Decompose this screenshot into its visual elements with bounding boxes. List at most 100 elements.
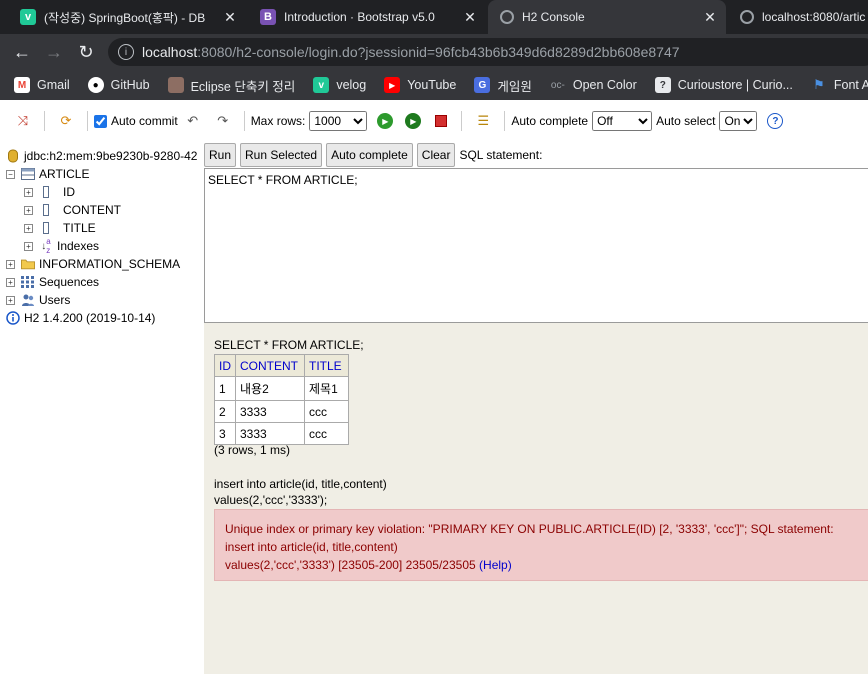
bookmark-github[interactable]: ● GitHub [87, 77, 150, 93]
run-selected-button[interactable]: Run Selected [240, 143, 323, 167]
info-icon [6, 311, 20, 325]
velog-icon: v [313, 77, 330, 93]
run-icon[interactable]: ▶ [377, 113, 394, 129]
back-arrow-icon[interactable]: ← [10, 40, 34, 64]
expand-icon[interactable]: + [6, 277, 15, 287]
tree-indexes[interactable]: + ↓ a z Indexes [24, 237, 99, 255]
auto-complete-select[interactable]: Off [592, 111, 653, 131]
column-header[interactable]: TITLE [304, 354, 349, 377]
bookmark-eclipse[interactable]: Eclipse 단축키 정리 [167, 76, 296, 95]
url-input[interactable]: i localhost:8080/h2-console/login.do?jse… [108, 38, 868, 66]
schema-tree: jdbc:h2:mem:9be9230b-9280-42 − ARTICLE +… [0, 142, 204, 674]
tab-h2-console[interactable]: H2 Console ✕ [488, 0, 726, 34]
refresh-icon[interactable]: ⟳ [57, 112, 75, 130]
expand-icon[interactable]: + [6, 295, 15, 305]
commit-icon[interactable]: ↷ [214, 112, 232, 130]
reload-icon[interactable]: ↻ [74, 40, 98, 64]
bookmark-gameone[interactable]: G 게임원 [474, 76, 532, 95]
expand-icon[interactable]: + [6, 259, 15, 269]
insert-statement-line: values(2,'ccc','3333'); [214, 493, 328, 507]
run-button[interactable]: Run [204, 143, 237, 167]
error-help-link[interactable]: (Help) [479, 558, 512, 572]
sequence-icon [21, 275, 35, 289]
bookmark-gmail[interactable]: M Gmail [14, 77, 70, 93]
tree-sequences[interactable]: + Sequences [6, 273, 99, 291]
expand-icon[interactable]: + [24, 187, 33, 197]
bookmark-font-awesome[interactable]: ⚑ Font Aw [811, 77, 868, 93]
tree-version: H2 1.4.200 (2019-10-14) [6, 309, 155, 327]
tree-column-label: CONTENT [63, 203, 121, 217]
run-selected-icon[interactable]: ▶ [405, 113, 422, 129]
bookmark-curioustore[interactable]: ? Curioustore | Curio... [654, 77, 793, 93]
expand-icon[interactable]: + [24, 223, 33, 233]
expand-icon[interactable]: + [24, 241, 33, 251]
bookmark-label: Open Color [572, 78, 637, 92]
sql-input[interactable]: SELECT * FROM ARTICLE; [204, 168, 868, 323]
table-cell: 제목1 [304, 376, 349, 401]
bookmarks-bar: M Gmail ● GitHub Eclipse 단축키 정리 v velog … [0, 70, 868, 100]
tree-connection[interactable]: jdbc:h2:mem:9be9230b-9280-42 [6, 147, 197, 165]
column-header[interactable]: CONTENT [235, 354, 305, 377]
max-rows-select[interactable]: 1000 [309, 111, 368, 131]
auto-select-label: Auto select [656, 114, 716, 128]
tree-indexes-label: Indexes [57, 239, 100, 253]
auto-commit-checkbox[interactable] [94, 114, 107, 128]
tree-users-label: Users [39, 293, 71, 307]
collapse-icon[interactable]: − [6, 169, 15, 179]
table-cell: 1 [214, 376, 236, 401]
bookmark-label: YouTube [407, 78, 457, 92]
expand-icon[interactable]: + [24, 205, 33, 215]
bootstrap-favicon-icon: B [260, 9, 276, 25]
tab-bootstrap[interactable]: B Introduction · Bootstrap v5.0 ✕ [248, 0, 486, 34]
bookmark-youtube[interactable]: ▶ YouTube [384, 77, 456, 93]
rollback-icon[interactable]: ↶ [184, 112, 202, 130]
table-header-row: ID CONTENT TITLE [214, 354, 349, 377]
tree-column-content[interactable]: + CONTENT [24, 201, 121, 219]
disconnect-icon[interactable]: ⤨ [14, 112, 32, 130]
clear-button[interactable]: Clear [416, 143, 456, 167]
users-icon [21, 293, 35, 307]
close-tab-icon[interactable]: ✕ [460, 9, 480, 26]
forward-arrow-icon[interactable]: → [42, 40, 66, 64]
site-info-icon[interactable]: i [118, 44, 134, 60]
question-icon: ? [654, 77, 671, 93]
bookmark-label: GitHub [110, 78, 150, 92]
error-message-box: Unique index or primary key violation: "… [214, 509, 868, 581]
bookmark-label: Curioustore | Curio... [677, 78, 793, 92]
tree-sequences-label: Sequences [39, 275, 100, 289]
address-bar: ← → ↻ i localhost:8080/h2-console/login.… [0, 34, 868, 70]
tree-table-article[interactable]: − ARTICLE [6, 165, 89, 183]
tree-column-id[interactable]: + ID [24, 183, 75, 201]
auto-complete-button[interactable]: Auto complete [326, 143, 413, 167]
g-icon: G [474, 77, 491, 93]
bookmark-open-color[interactable]: oc- Open Color [550, 77, 637, 93]
bookmark-label: Eclipse 단축키 정리 [190, 79, 296, 94]
tree-schema-label: INFORMATION_SCHEMA [39, 257, 181, 271]
close-tab-icon[interactable]: ✕ [220, 9, 240, 26]
tree-column-title[interactable]: + TITLE [24, 219, 96, 237]
column-header[interactable]: ID [214, 354, 236, 377]
bookmark-label: Font Aw [833, 78, 868, 92]
tree-table-label: ARTICLE [39, 167, 90, 181]
table-cell: 2 [214, 400, 236, 423]
sql-statement-label: SQL statement: [459, 148, 543, 162]
error-text-line: values(2,'ccc','3333') [23505-200] 23505… [225, 558, 476, 572]
bookmark-velog[interactable]: v velog [313, 77, 366, 93]
table-row: 3 3333 ccc [214, 422, 349, 445]
column-icon [39, 221, 53, 235]
table-cell: ccc [304, 400, 349, 423]
history-icon[interactable]: ☰ [474, 112, 492, 130]
max-rows-label: Max rows: [250, 114, 306, 128]
tab-localhost-article[interactable]: localhost:8080/artic [728, 0, 868, 34]
close-tab-icon[interactable]: ✕ [700, 9, 720, 26]
tab-springboot[interactable]: v (작성중) SpringBoot(홍팍) - DB ✕ [8, 0, 246, 34]
h2-toolbar: ⤨ ⟳ Auto commit ↶ ↷ Max rows: 1000 ▶ ▶ ☰… [0, 100, 868, 142]
stop-icon[interactable] [435, 115, 448, 127]
globe-icon [740, 10, 754, 24]
tree-information-schema[interactable]: + INFORMATION_SCHEMA [6, 255, 180, 273]
toolbar-divider [461, 111, 463, 131]
bookmark-label: 게임원 [497, 79, 532, 94]
help-icon[interactable]: ? [767, 113, 784, 129]
auto-select-select[interactable]: On [719, 111, 758, 131]
tree-users[interactable]: + Users [6, 291, 70, 309]
